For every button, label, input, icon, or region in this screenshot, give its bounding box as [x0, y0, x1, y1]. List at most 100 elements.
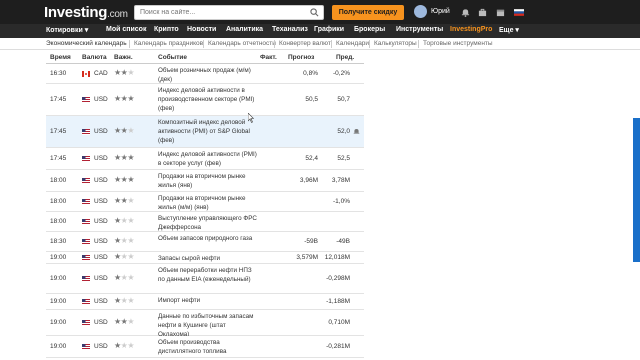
avatar[interactable] [414, 5, 427, 18]
subnav-holiday-calendar[interactable]: Календарь праздников [134, 40, 203, 47]
user-name[interactable]: Юрий [431, 8, 450, 15]
nav-analytics[interactable]: Аналитика [226, 26, 263, 33]
briefcase-icon[interactable] [478, 8, 487, 17]
subnav-earnings-calendar[interactable]: Календарь отчетности [208, 40, 276, 47]
nav-more[interactable]: Еще ▾ [499, 26, 519, 34]
subnav-calendars[interactable]: Календари [336, 40, 369, 47]
calendar-icon[interactable] [496, 8, 505, 17]
event-name[interactable]: Выступление управляющего ФРС Джефферсона [158, 214, 258, 232]
event-time: 19:00 [50, 343, 67, 350]
col-actual[interactable]: Факт. [260, 54, 277, 61]
event-name[interactable]: Продажи на вторичном рынке жилья (м/м) (… [158, 194, 258, 212]
table-row[interactable]: 19:00 USD ★★★ Данные по избыточным запасам … [46, 310, 364, 339]
subnav-economic-calendar[interactable]: Экономический календарь [46, 40, 127, 47]
subnav-divider [369, 40, 370, 48]
table-row[interactable]: 18:00 USD ★★★ Выступление управляющего ФРС … [46, 212, 364, 232]
col-previous[interactable]: Пред. [336, 54, 354, 61]
currency-code: USD [94, 198, 108, 205]
search-box[interactable] [134, 5, 324, 20]
event-name[interactable]: Импорт нефти [158, 296, 258, 305]
table-row[interactable]: 19:00 USD ★★★ Импорт нефти -1,188M [46, 294, 364, 310]
event-name[interactable]: Продажи на вторичном рынке жилья (янв) [158, 172, 258, 190]
nav-charts[interactable]: Графики [314, 26, 344, 33]
table-row[interactable]: 19:00 USD ★★★ Объем переработки нефти НПЗ п… [46, 264, 364, 294]
currency-code: USD [94, 96, 108, 103]
nav-watchlist[interactable]: Мой список [106, 26, 146, 33]
star-icon: ★ [114, 252, 121, 261]
previous-value: 3,78M [331, 177, 350, 184]
event-time: 18:00 [50, 218, 67, 225]
star-icon: ★ [127, 175, 135, 184]
event-name[interactable]: Индекс деловой активности (PMI) в сектор… [158, 150, 258, 168]
importance-stars: ★★★ [114, 296, 134, 305]
star-icon: ★ [127, 273, 135, 282]
nav-news[interactable]: Новости [187, 26, 216, 33]
promo-button[interactable]: Получите скидку 40% [332, 5, 404, 31]
table-row[interactable]: 18:00 USD ★★★ Продажи на вторичном рынке жи… [46, 170, 364, 192]
previous-value: -49B [336, 238, 350, 245]
side-feedback-tab[interactable] [633, 118, 640, 262]
event-time: 19:00 [50, 319, 67, 326]
russia-flag-icon[interactable] [514, 9, 524, 16]
nav-brokers[interactable]: Брокеры [354, 26, 385, 33]
investing-logo[interactable]: Investing.com [44, 4, 128, 21]
currency-code: USD [94, 254, 108, 261]
event-name[interactable]: Объем запасов природного газа [158, 234, 258, 243]
star-icon: ★ [127, 216, 135, 225]
event-name[interactable]: Объем переработки нефти НПЗ по данным EI… [158, 266, 258, 284]
event-time: 18:00 [50, 177, 67, 184]
event-time: 17:45 [50, 128, 67, 135]
table-row[interactable]: 17:45 USD ★★★ Индекс деловой активности (PM… [46, 148, 364, 170]
canada-flag-icon [82, 71, 90, 77]
event-name[interactable]: Объем розничных продаж (м/м) (дек) [158, 66, 258, 84]
previous-value: -1,188M [326, 298, 350, 305]
importance-stars: ★★★ [114, 252, 134, 261]
nav-crypto[interactable]: Крипто [154, 26, 179, 33]
importance-stars: ★★★ [114, 236, 134, 245]
subnav-currency-converter[interactable]: Конвертер валют [279, 40, 331, 47]
subnav-divider [129, 40, 130, 48]
star-icon: ★ [114, 196, 121, 205]
table-row[interactable]: 17:45 USD ★★★ Композитный индекс деловой ак… [46, 116, 364, 148]
event-name[interactable]: Данные по избыточным запасам нефти в Куш… [158, 312, 258, 339]
top-bar: Investing.com Получите скидку 40% Юрий [0, 0, 640, 31]
usa-flag-icon [82, 129, 90, 135]
table-row[interactable]: 18:30 USD ★★★ Объем запасов природного газа… [46, 232, 364, 252]
table-row[interactable]: 18:00 USD ★★★ Продажи на вторичном рынке жи… [46, 192, 364, 212]
nav-technical[interactable]: Теханализ [272, 26, 308, 33]
bell-icon[interactable] [461, 8, 470, 17]
table-row[interactable]: 16:30 CAD ★★★ Объем розничных продаж (м/м) … [46, 64, 364, 84]
usa-flag-icon [82, 199, 90, 205]
search-icon[interactable] [310, 8, 319, 17]
event-name[interactable]: Объем производства дистиллятного топлива [158, 338, 258, 356]
star-icon: ★ [114, 273, 121, 282]
event-name[interactable]: Индекс деловой активности в производстве… [158, 86, 258, 113]
star-icon: ★ [127, 317, 135, 326]
event-time: 19:00 [50, 275, 67, 282]
col-importance[interactable]: Важн. [114, 54, 133, 61]
alert-bell-icon[interactable] [353, 128, 360, 137]
previous-value: 12,018M [324, 254, 350, 261]
star-icon: ★ [127, 94, 135, 103]
subnav-trading-tools[interactable]: Торговые инструменты [423, 40, 493, 47]
nav-tools[interactable]: Инструменты [396, 26, 443, 33]
col-time[interactable]: Время [50, 54, 71, 61]
search-input[interactable] [135, 6, 305, 19]
col-event[interactable]: Событие [158, 54, 187, 61]
table-body: 16:30 CAD ★ ★ ★ Объем розничных продаж (м/м) … [46, 64, 364, 358]
usa-flag-icon [82, 156, 90, 162]
subnav-calculators[interactable]: Калькуляторы [374, 40, 417, 47]
nav-investingpro[interactable]: InvestingPro [450, 26, 492, 33]
event-name[interactable]: Запасы сырой нефти [158, 254, 258, 263]
previous-value: 0,710M [328, 319, 350, 326]
usa-flag-icon [82, 178, 90, 184]
col-forecast[interactable]: Прогноз [288, 54, 314, 61]
event-name[interactable]: Композитный индекс деловой активности (P… [158, 118, 258, 145]
currency-code: USD [94, 298, 108, 305]
col-currency[interactable]: Валюта [82, 54, 107, 61]
table-row[interactable]: 17:45 USD ★★★ Индекс деловой активности в п… [46, 84, 364, 116]
table-row[interactable]: 19:00 USD ★★★ Запасы сырой нефти 3,579M 12,01… [46, 252, 364, 264]
currency-code: USD [94, 177, 108, 184]
nav-quotes[interactable]: Котировки ▾ [46, 26, 88, 34]
table-row[interactable]: 19:00 USD ★★★ Объем производства дистиллятн… [46, 336, 364, 358]
